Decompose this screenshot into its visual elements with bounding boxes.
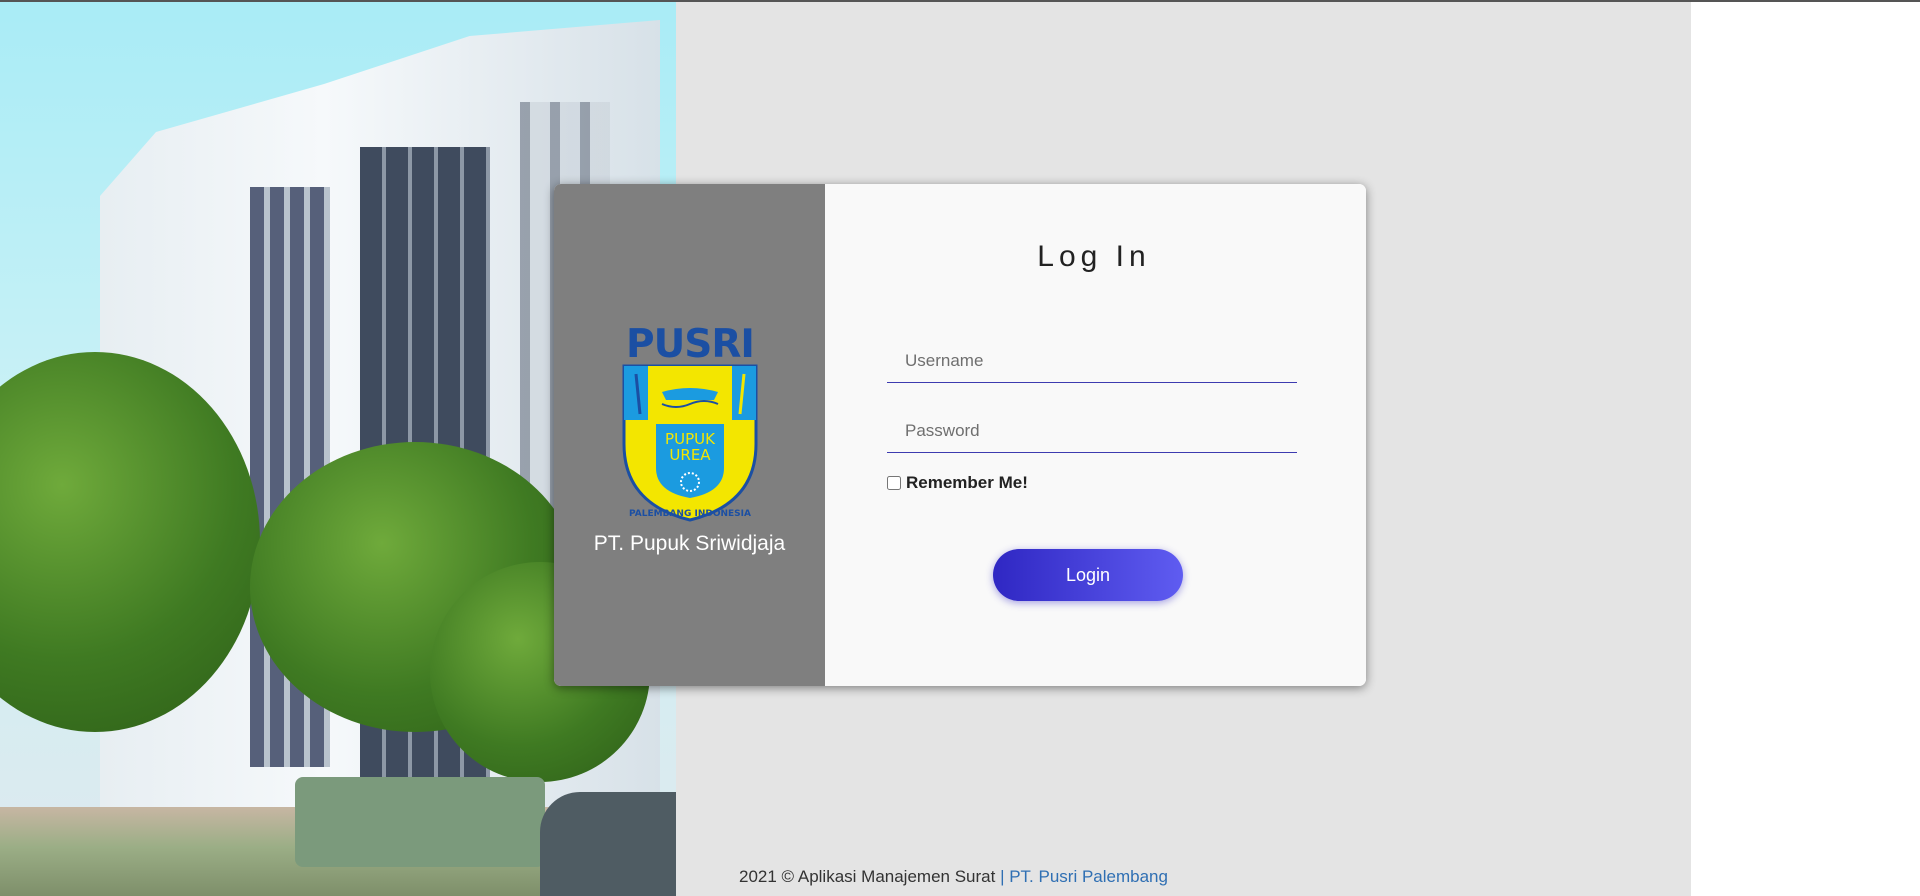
car-image: [540, 792, 676, 896]
truck-image: [295, 777, 545, 867]
page-title: Log In: [1037, 240, 1151, 273]
footer: 2021 © Aplikasi Manajemen Surat | PT. Pu…: [739, 867, 1168, 887]
pusri-logo: PUSRI PUPUK UREA PALEMBANG INDONESIA: [620, 322, 760, 522]
password-input[interactable]: [887, 409, 1297, 453]
emblem-center-line2: UREA: [669, 446, 711, 464]
footer-link[interactable]: | PT. Pusri Palembang: [1000, 867, 1168, 886]
login-card: PUSRI PUPUK UREA PALEMBANG INDONESIA PT.: [554, 184, 1366, 686]
brand-panel: PUSRI PUPUK UREA PALEMBANG INDONESIA PT.: [554, 184, 825, 686]
remember-me-checkbox[interactable]: [887, 476, 901, 490]
emblem-icon: PUPUK UREA PALEMBANG INDONESIA: [622, 364, 758, 522]
remember-me-label[interactable]: Remember Me!: [906, 473, 1028, 493]
company-name: PT. Pupuk Sriwidjaja: [593, 532, 786, 555]
login-button[interactable]: Login: [993, 549, 1183, 601]
login-page: PUSRI PUPUK UREA PALEMBANG INDONESIA PT.: [0, 2, 1691, 896]
login-form-panel: Log In Remember Me! Login: [825, 184, 1366, 686]
footer-text: 2021 © Aplikasi Manajemen Surat: [739, 867, 996, 886]
username-input[interactable]: [887, 339, 1297, 383]
logo-text: PUSRI: [626, 322, 755, 367]
remember-me-row: Remember Me!: [887, 473, 1028, 493]
emblem-ring-text: PALEMBANG INDONESIA: [629, 509, 751, 519]
